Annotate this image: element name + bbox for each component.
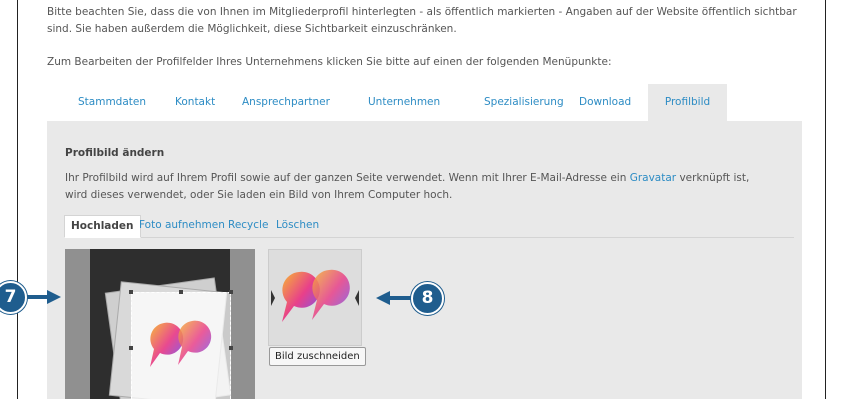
callout-marker-8: 8 — [411, 282, 444, 315]
crop-selection[interactable] — [129, 290, 233, 399]
subtab-loeschen[interactable]: Löschen — [276, 215, 319, 236]
edit-instructions: Zum Bearbeiten der Profilfelder Ihres Un… — [47, 56, 612, 68]
crop-handle-tr[interactable] — [229, 290, 233, 294]
profile-tabs: Stammdaten Kontakt Ansprechpartner Unter… — [47, 84, 802, 122]
gravatar-link[interactable]: Gravatar — [630, 172, 676, 184]
picture-subtabs: Hochladen Foto aufnehmen Recycle Löschen — [64, 215, 794, 238]
speech-bubbles-logo-icon — [271, 269, 359, 322]
tab-download[interactable]: Download — [579, 84, 631, 121]
crop-image-button[interactable]: Bild zuschneiden — [269, 347, 366, 366]
arrow-icon — [27, 290, 61, 304]
tab-ansprechpartner[interactable]: Ansprechpartner — [242, 84, 330, 121]
desc-text-before: Ihr Profilbild wird auf Ihrem Profil sow… — [65, 172, 630, 184]
tab-spezialisierung[interactable]: Spezialisierung — [484, 84, 564, 121]
frame-border-right — [825, 0, 826, 399]
subtab-recycle[interactable]: Recycle — [228, 215, 268, 236]
tab-unternehmen[interactable]: Unternehmen — [368, 84, 440, 121]
profile-picture-panel: Profilbild ändern Ihr Profilbild wird au… — [47, 121, 802, 399]
callout-marker-7: 7 — [0, 281, 27, 314]
arrow-icon — [376, 291, 416, 305]
crop-handle-mr[interactable] — [229, 346, 233, 350]
image-cropper[interactable] — [65, 249, 255, 399]
visibility-notice: Bitte beachten Sie, dass die von Ihnen i… — [47, 6, 797, 35]
panel-title: Profilbild ändern — [65, 147, 165, 159]
crop-preview — [268, 249, 362, 346]
crop-handle-tl[interactable] — [129, 290, 133, 294]
subtab-foto-aufnehmen[interactable]: Foto aufnehmen — [139, 215, 225, 236]
crop-handle-ml[interactable] — [129, 346, 133, 350]
tab-profilbild[interactable]: Profilbild — [648, 84, 727, 121]
speech-bubbles-logo-icon — [150, 320, 212, 367]
panel-description: Ihr Profilbild wird auf Ihrem Profil sow… — [65, 170, 765, 204]
frame-border-left — [17, 0, 18, 399]
crop-handle-tm[interactable] — [179, 290, 183, 294]
tab-kontakt[interactable]: Kontakt — [175, 84, 215, 121]
tab-stammdaten[interactable]: Stammdaten — [78, 84, 146, 121]
subtab-hochladen[interactable]: Hochladen — [64, 215, 141, 238]
